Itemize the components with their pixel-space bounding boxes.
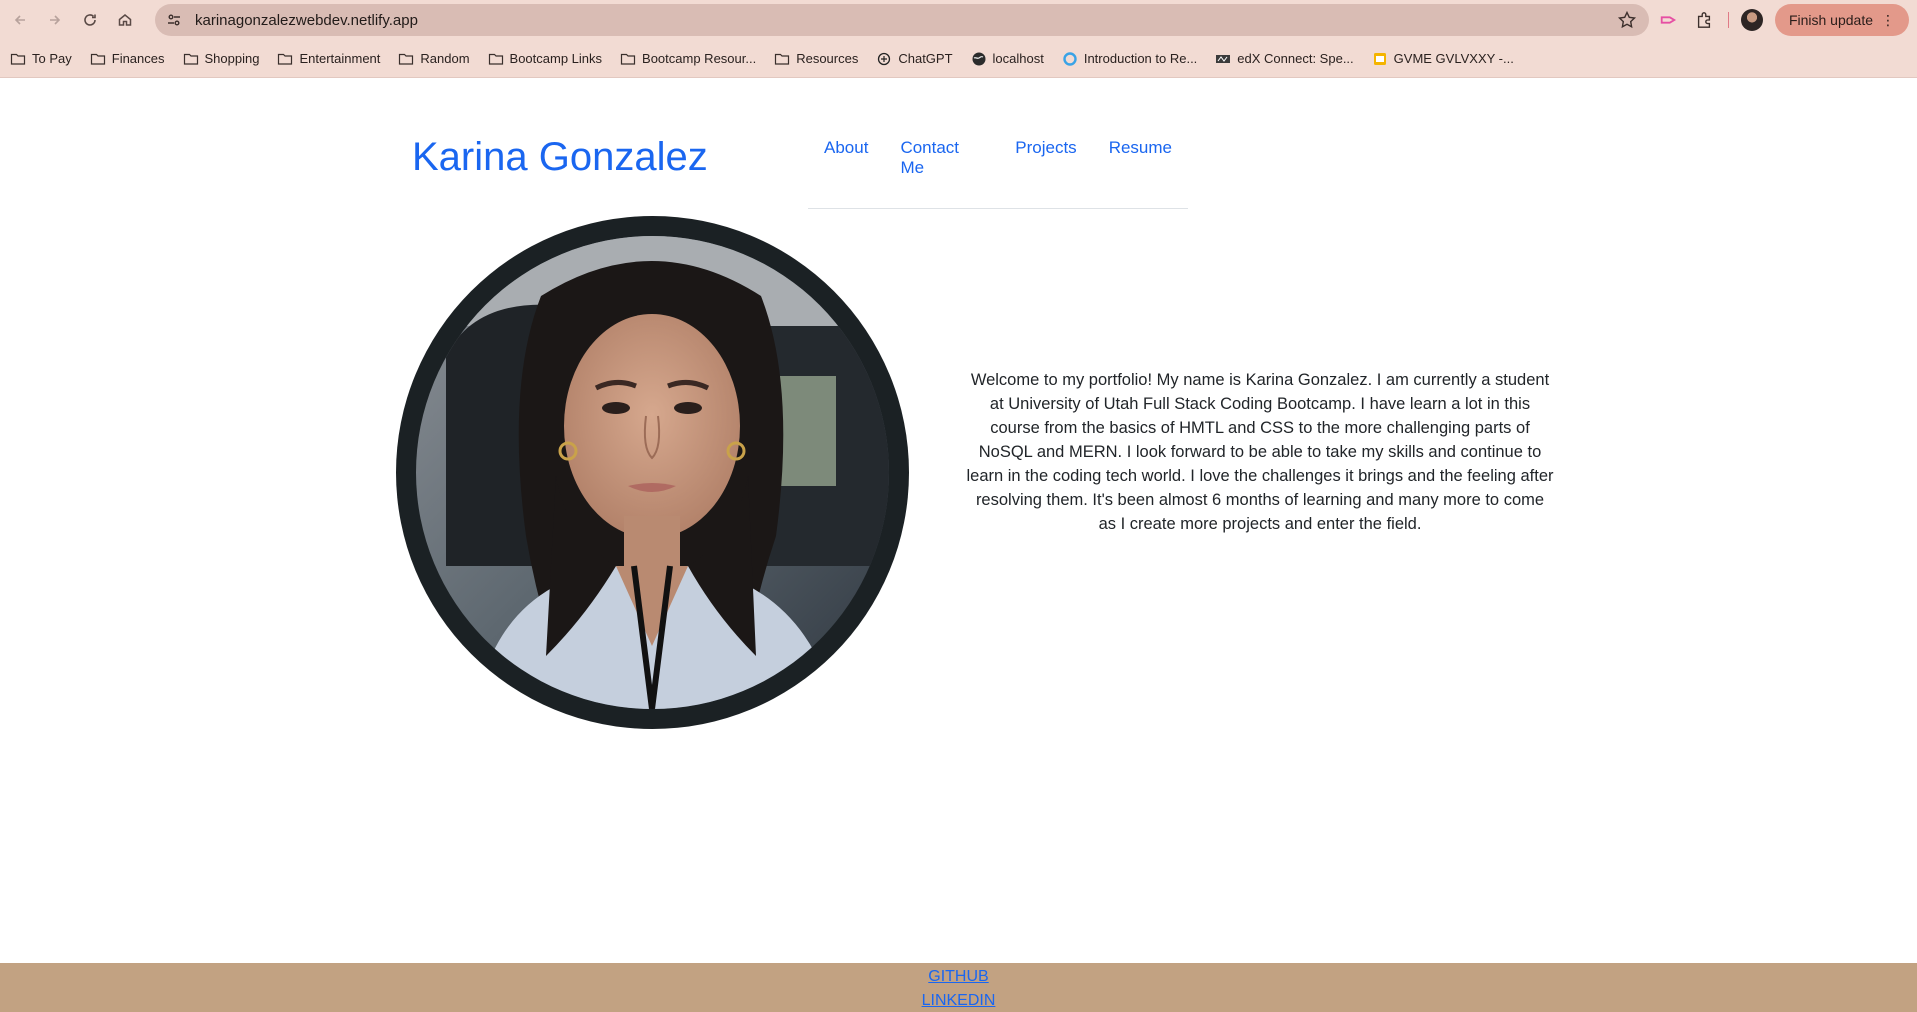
finish-update-label: Finish update — [1788, 12, 1873, 28]
chatgpt-icon — [876, 51, 892, 67]
bookmark-label: GVME GVLVXXY -... — [1393, 51, 1514, 66]
site-title: Karina Gonzalez — [412, 135, 708, 179]
folder-icon — [277, 51, 293, 67]
bookmark-item[interactable]: ChatGPT — [876, 51, 953, 67]
bookmark-label: localhost — [992, 51, 1044, 66]
bookmark-item[interactable]: Resources — [774, 51, 858, 67]
bookmark-item[interactable]: Shopping — [183, 51, 260, 67]
folder-icon — [10, 51, 26, 67]
folder-icon — [183, 51, 199, 67]
forward-arrow-icon — [50, 15, 61, 25]
site-settings-icon[interactable] — [163, 9, 185, 31]
bookmark-item[interactable]: Bootcamp Links — [488, 51, 603, 67]
back-button[interactable] — [5, 5, 35, 35]
bookmark-label: Finances — [111, 51, 165, 66]
bookmark-label: Random — [420, 51, 470, 66]
address-url[interactable]: karinagonzalezwebdev.netlify.app — [195, 12, 418, 29]
site-navigation: About Contact Me Projects Resume — [808, 138, 1188, 209]
bookmark-item[interactable]: Finances — [90, 51, 165, 67]
circle-icon — [1062, 51, 1078, 67]
globe-icon — [971, 51, 987, 67]
bookmark-label: Introduction to Re... — [1083, 51, 1198, 66]
intro-paragraph: Welcome to my portfolio! My name is Kari… — [966, 371, 1554, 533]
nav-link-resume[interactable]: Resume — [1093, 138, 1188, 178]
toolbar-actions: Finish update ⋮ — [1656, 4, 1909, 36]
home-button[interactable] — [110, 5, 140, 35]
profile-avatar[interactable] — [1740, 9, 1763, 31]
browser-toolbar: karinagonzalezwebdev.netlify.app Finish … — [0, 0, 1917, 40]
nav-link-projects[interactable]: Projects — [999, 138, 1092, 178]
bookmark-label: Shopping — [204, 51, 260, 66]
nav-link-contact-me[interactable]: Contact Me — [884, 138, 999, 178]
profile-photo-frame — [396, 216, 909, 729]
profile-photo — [416, 236, 889, 709]
bookmark-label: Bootcamp Links — [509, 51, 603, 66]
folder-icon — [620, 51, 636, 67]
extension-pink-icon[interactable] — [1656, 8, 1680, 32]
bookmarks-bar: To Pay Finances Shopping Entertainment Rando… — [0, 40, 1917, 78]
more-menu-icon: ⋮ — [1881, 11, 1895, 28]
extensions-puzzle-icon[interactable] — [1692, 8, 1716, 32]
bookmark-item[interactable]: Introduction to Re... — [1062, 51, 1197, 67]
bookmark-label: Entertainment — [299, 51, 381, 66]
linkedin-link[interactable]: LINKEDIN — [0, 989, 1917, 1012]
nav-link-about[interactable]: About — [808, 138, 884, 178]
slides-icon — [1372, 51, 1388, 67]
bookmark-label: edX Connect: Spe... — [1237, 51, 1354, 66]
back-arrow-icon — [14, 15, 25, 25]
folder-icon — [398, 51, 414, 67]
bookmark-item[interactable]: localhost — [971, 51, 1044, 67]
bookmark-label: Resources — [796, 51, 859, 66]
bookmark-item[interactable]: Bootcamp Resour... — [620, 51, 756, 67]
bookmark-item[interactable]: GVME GVLVXXY -... — [1372, 51, 1514, 67]
reload-icon — [84, 14, 96, 26]
bookmark-label: Bootcamp Resour... — [642, 51, 757, 66]
finish-update-button[interactable]: Finish update ⋮ — [1774, 4, 1909, 36]
page-content: Karina Gonzalez About Contact Me Projects R… — [0, 78, 1917, 1012]
forward-button[interactable] — [40, 5, 70, 35]
bookmark-label: ChatGPT — [898, 51, 953, 66]
address-bar[interactable]: karinagonzalezwebdev.netlify.app — [155, 4, 1649, 36]
folder-icon — [774, 51, 790, 67]
bookmark-item[interactable]: edX Connect: Spe... — [1215, 51, 1354, 67]
site-footer: GITHUB LINKEDIN — [0, 963, 1917, 1012]
edx-icon — [1215, 51, 1231, 67]
reload-button[interactable] — [75, 5, 105, 35]
home-icon — [118, 14, 132, 26]
folder-icon — [488, 51, 504, 67]
github-link[interactable]: GITHUB — [0, 965, 1917, 989]
toolbar-separator — [1727, 12, 1729, 28]
folder-icon — [90, 51, 106, 67]
bookmark-item[interactable]: To Pay — [10, 51, 72, 67]
bookmark-item[interactable]: Entertainment — [277, 51, 380, 67]
bookmark-star-icon[interactable] — [1617, 10, 1637, 30]
bookmark-item[interactable]: Random — [398, 51, 470, 67]
bookmark-label: To Pay — [32, 51, 72, 66]
